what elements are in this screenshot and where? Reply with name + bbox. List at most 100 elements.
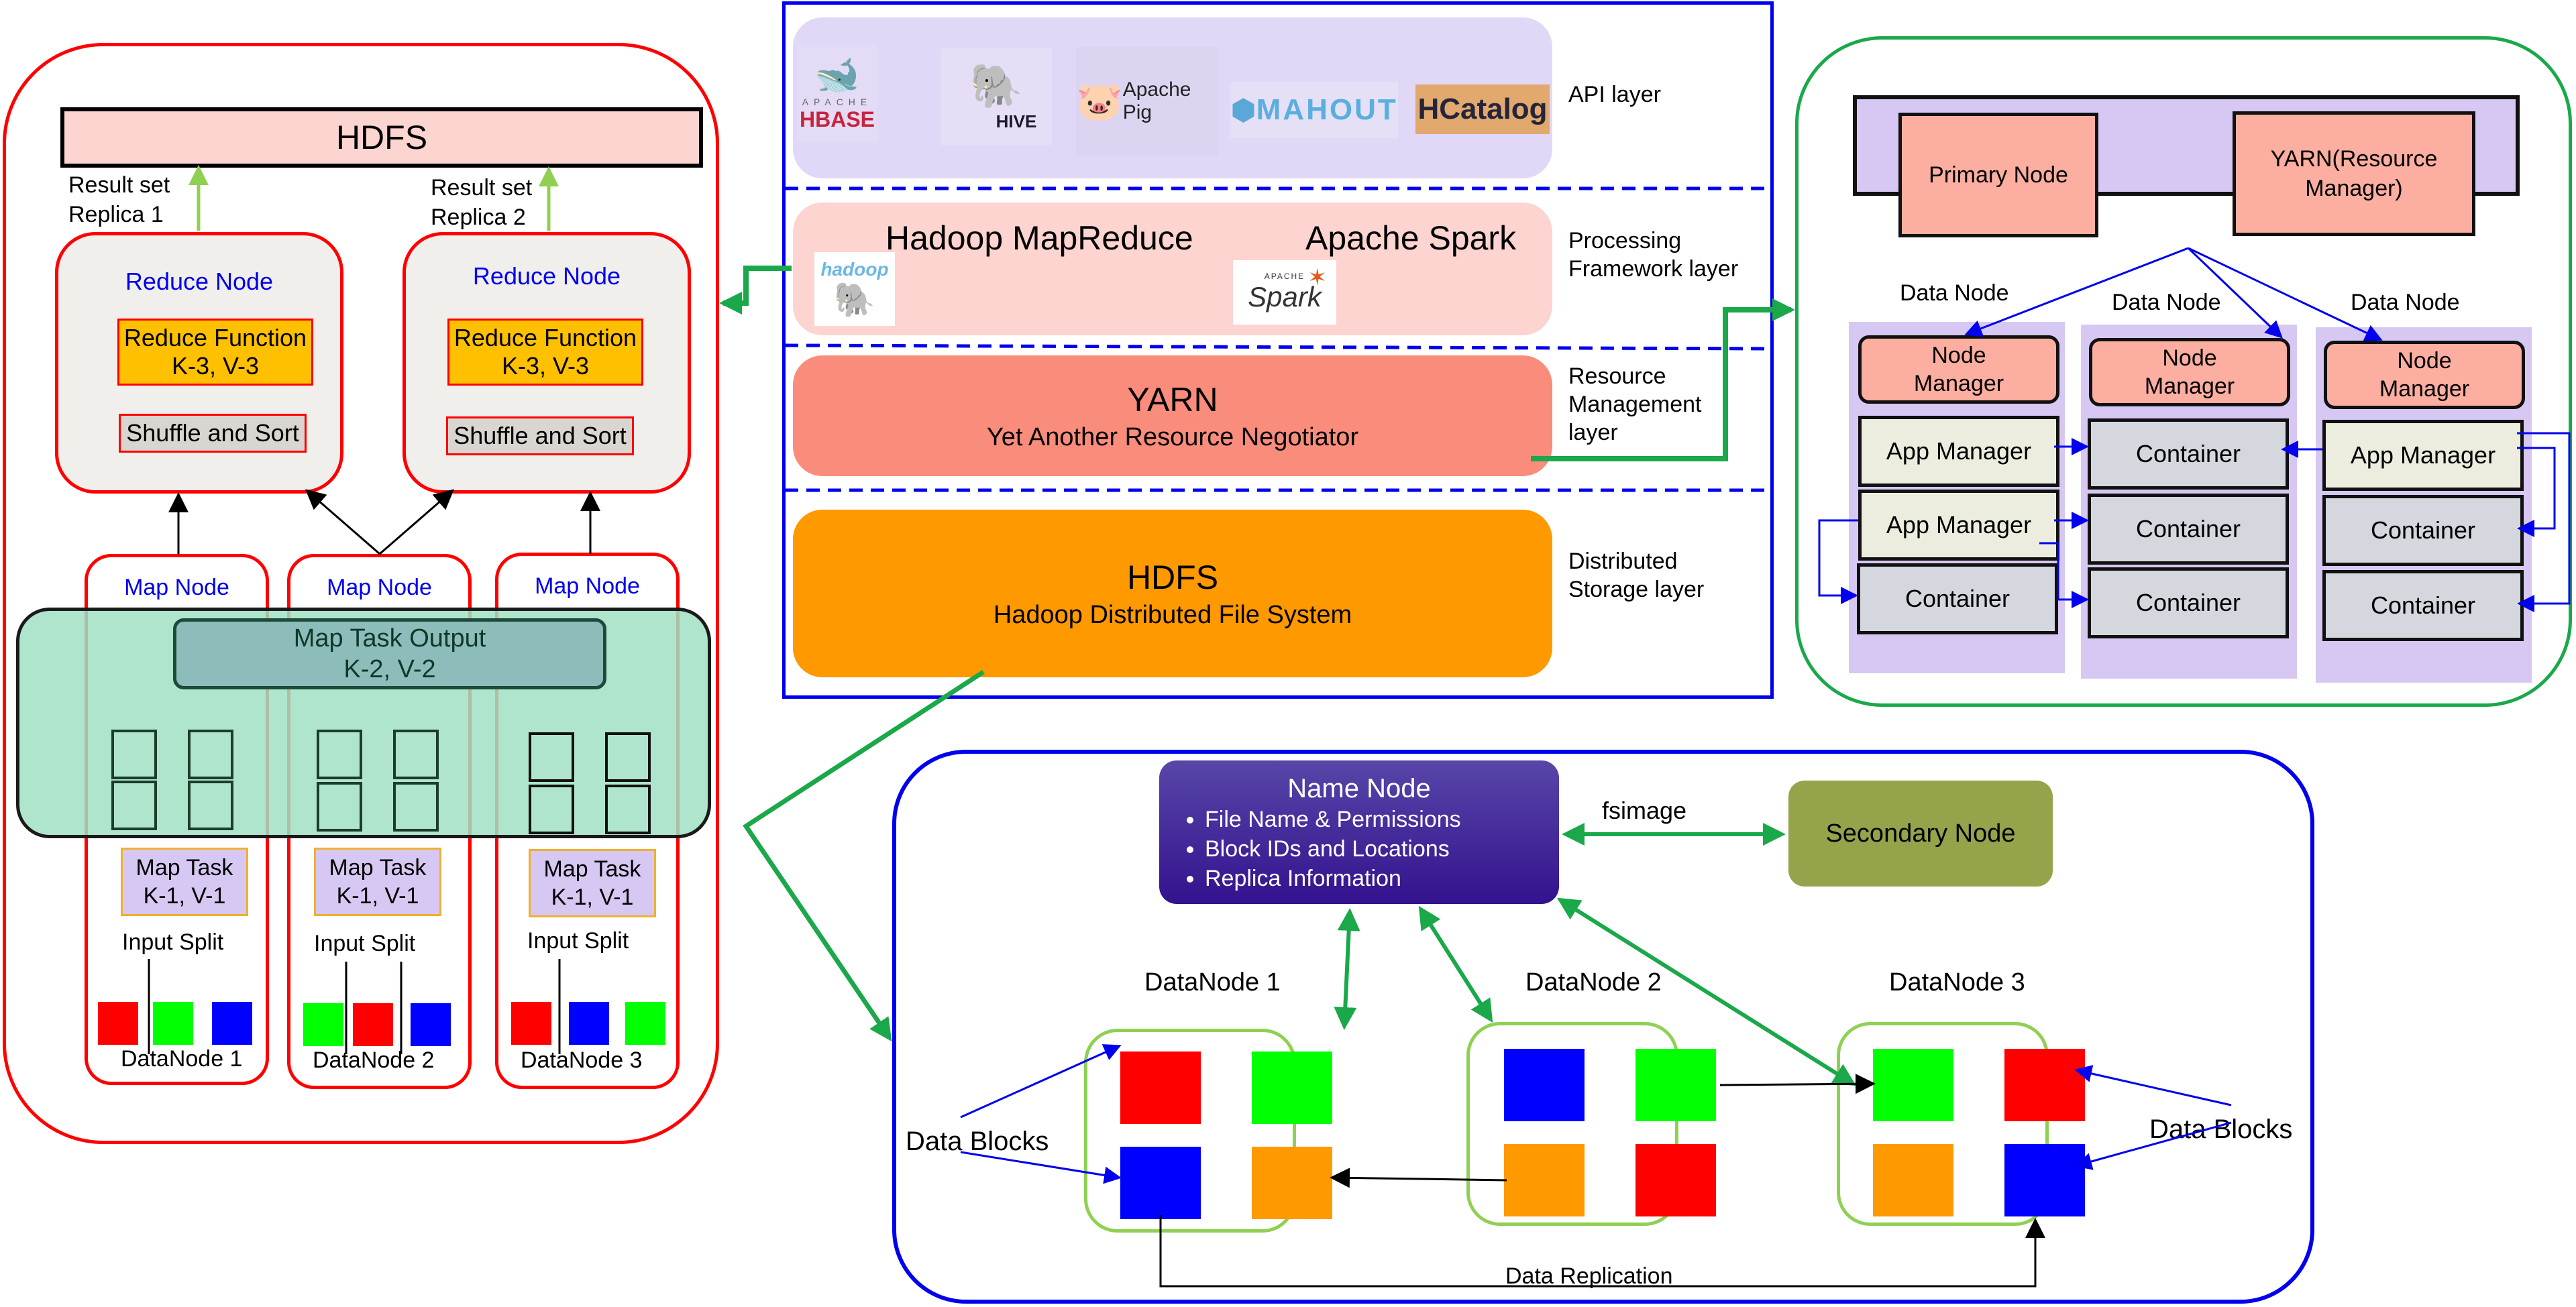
- network-icon: ⬢: [1230, 93, 1256, 127]
- data-blocks-label-left: Data Blocks: [906, 1127, 1049, 1156]
- result-set-label-2: Result set Replica 2: [431, 175, 533, 230]
- intermediate-square: [188, 781, 233, 830]
- name-node-box: Name Node File Name & Permissions Block …: [1159, 760, 1559, 904]
- map-datanode-label: DataNode 3: [521, 1047, 643, 1073]
- data-node-label-3: Data Node: [2351, 290, 2460, 315]
- intermediate-square: [605, 732, 651, 782]
- map-task-box-2: Map Task K-1, V-1: [314, 848, 441, 916]
- intermediate-square: [111, 781, 157, 830]
- red-input-block: [511, 1002, 551, 1045]
- container-box: Container: [2088, 567, 2289, 638]
- intermediate-square: [188, 730, 233, 779]
- fsimage-label: fsimage: [1602, 797, 1687, 824]
- data-blocks-label-right: Data Blocks: [2149, 1115, 2293, 1144]
- app-manager-box: App Manager: [1858, 490, 2059, 561]
- resource-layer-label: Resource Management layer: [1568, 363, 1702, 445]
- map-task-box-3: Map Task K-1, V-1: [529, 849, 656, 917]
- hdfs-datanode-label-3: DataNode 3: [1889, 968, 2025, 997]
- pig-icon: 🐷: [1076, 80, 1123, 122]
- intermediate-square: [111, 730, 157, 779]
- red-input-block: [353, 1003, 393, 1046]
- container-box: Container: [2088, 494, 2289, 565]
- input-split-label: Input Split: [527, 928, 629, 954]
- data-node-label-2: Data Node: [2112, 290, 2221, 315]
- map-node-title: Map Node: [327, 575, 432, 600]
- hadoop-logo: hadoop 🐘: [814, 252, 895, 326]
- red-input-block: [98, 1002, 138, 1045]
- orca-icon: 🐋: [814, 55, 860, 95]
- red-data-block: [1635, 1144, 1716, 1216]
- node-manager-3: Node Manager: [2324, 341, 2525, 409]
- orange-data-block: [1504, 1144, 1585, 1216]
- reduce-function-box: Reduce Function K-3, V-3: [447, 319, 643, 386]
- green-input-block: [153, 1002, 193, 1045]
- input-split-label: Input Split: [314, 931, 416, 956]
- blue-input-block: [569, 1002, 609, 1045]
- red-data-block: [1120, 1052, 1201, 1124]
- hdfs-datanode-label-2: DataNode 2: [1525, 968, 1662, 997]
- reduce-node-title: Reduce Node: [472, 262, 621, 290]
- intermediate-square: [317, 782, 362, 832]
- api-layer-label: API layer: [1568, 82, 1661, 107]
- orange-data-block: [1873, 1144, 1953, 1216]
- container-box: Container: [1857, 563, 2058, 634]
- pig-logo: 🐷 Apache Pig: [1076, 47, 1218, 156]
- intermediate-square: [317, 730, 362, 779]
- intermediate-square: [393, 730, 439, 779]
- reduce-node-1: Reduce Node Reduce Function K-3, V-3 Shu…: [55, 232, 343, 494]
- hcatalog-logo: HCatalog: [1415, 84, 1550, 134]
- resource-manager-box: YARN(Resource Manager): [2233, 111, 2475, 236]
- hdfs-layer-box: HDFS Hadoop Distributed File System: [793, 510, 1552, 677]
- map-node-title: Map Node: [124, 575, 229, 600]
- reduce-node-title: Reduce Node: [125, 268, 274, 295]
- map-task-output-box: Map Task Output K-2, V-2: [173, 618, 606, 689]
- map-node-title: Map Node: [535, 573, 640, 599]
- container-box: Container: [2322, 570, 2524, 641]
- orange-data-block: [1252, 1147, 1332, 1219]
- name-node-metadata-list: File Name & Permissions Block IDs and Lo…: [1178, 805, 1461, 893]
- result-set-label-1: Result set Replica 1: [68, 172, 170, 227]
- green-data-block: [1873, 1049, 1953, 1121]
- green-input-block: [625, 1002, 665, 1045]
- green-input-block: [303, 1003, 343, 1046]
- mahout-logo: ⬢ MAHOUT: [1230, 82, 1398, 138]
- input-split-label: Input Split: [122, 929, 224, 955]
- data-replication-label: Data Replication: [1505, 1263, 1673, 1289]
- storage-layer-label: Distributed Storage layer: [1568, 549, 1705, 602]
- mapreduce-hdfs-box: HDFS: [60, 107, 703, 168]
- node-manager-1: Node Manager: [1858, 335, 2059, 404]
- app-manager-box: App Manager: [2322, 420, 2524, 491]
- star-icon: ✶: [1307, 265, 1328, 290]
- elephant-icon: 🐘: [833, 280, 876, 319]
- container-box: Container: [2088, 418, 2289, 490]
- node-manager-2: Node Manager: [2089, 338, 2290, 406]
- hbase-logo: 🐋 APACHE HBASE: [797, 44, 877, 142]
- reduce-node-2: Reduce Node Reduce Function K-3, V-3 Shu…: [402, 232, 691, 494]
- green-data-block: [1252, 1052, 1332, 1124]
- intermediate-square: [393, 782, 439, 832]
- processing-layer-label: Processing Framework layer: [1568, 228, 1739, 282]
- blue-input-block: [212, 1002, 252, 1045]
- blue-data-block: [2004, 1144, 2085, 1216]
- app-manager-box: App Manager: [1858, 416, 2059, 487]
- yarn-layer-box: YARN Yet Another Resource Negotiator: [793, 355, 1552, 476]
- elephant-bee-icon: 🐘: [969, 62, 1023, 110]
- spark-logo: APACHE Spark ✶: [1233, 260, 1336, 325]
- hdfs-label: HDFS: [335, 119, 428, 156]
- red-data-block: [2004, 1049, 2085, 1121]
- hdfs-datanode-label-1: DataNode 1: [1144, 968, 1281, 997]
- secondary-node-box: Secondary Node: [1788, 781, 2053, 887]
- mapreduce-title: Hadoop MapReduce: [885, 219, 1193, 257]
- shuffle-sort-box: Shuffle and Sort: [446, 416, 634, 455]
- green-data-block: [1635, 1049, 1716, 1121]
- mapreduce-link-arrow: [719, 266, 792, 315]
- shuffle-sort-box: Shuffle and Sort: [119, 414, 307, 453]
- map-task-box-1: Map Task K-1, V-1: [121, 848, 248, 916]
- blue-data-block: [1120, 1147, 1201, 1219]
- intermediate-square: [529, 732, 574, 782]
- blue-data-block: [1504, 1049, 1585, 1121]
- intermediate-square: [529, 785, 574, 834]
- primary-node-box: Primary Node: [1898, 113, 2098, 237]
- container-box: Container: [2322, 495, 2524, 566]
- intermediate-square: [605, 785, 651, 834]
